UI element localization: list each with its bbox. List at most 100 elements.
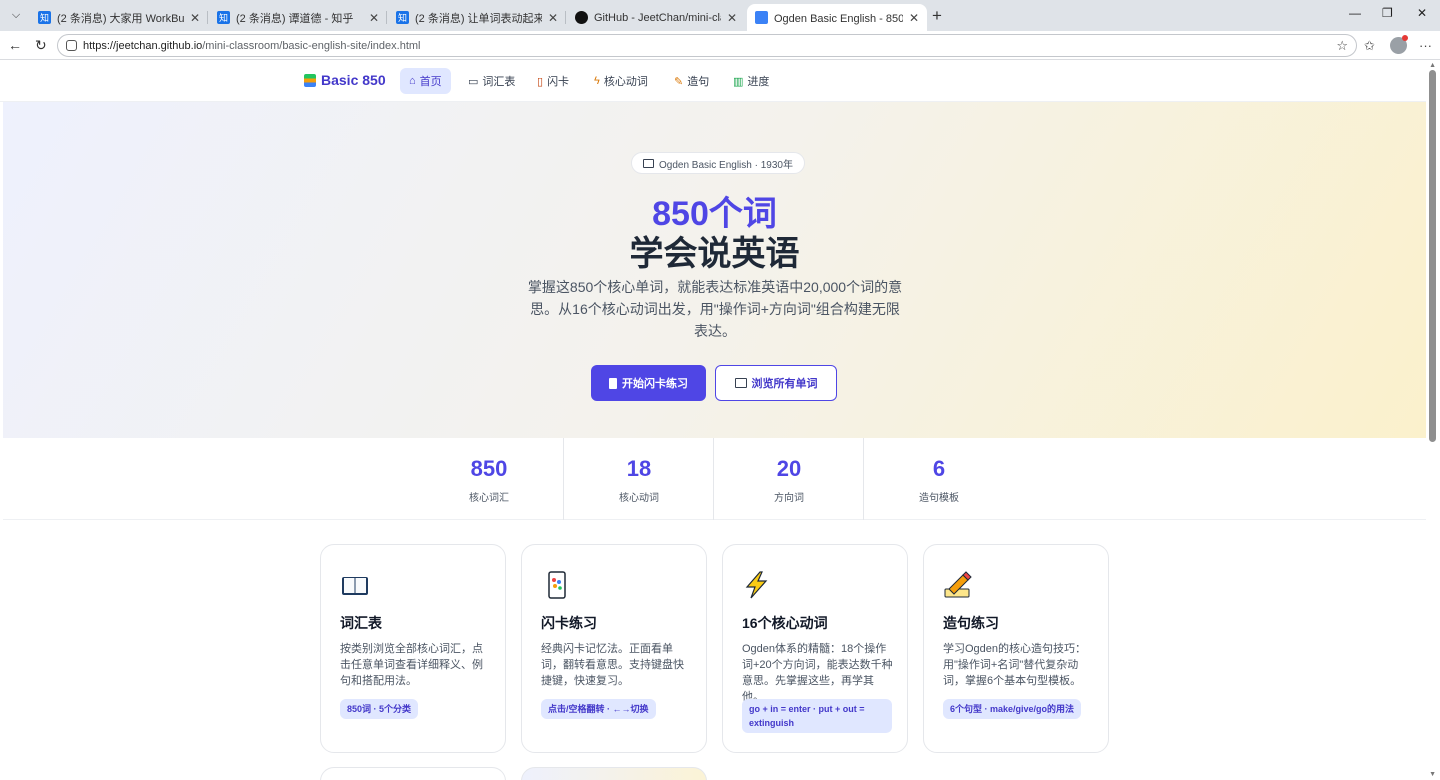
tab-search-chevron-icon[interactable]: ⌵ (6, 5, 26, 25)
nav-label: 进度 (747, 76, 770, 88)
pill-text: Ogden Basic English · 1930年 (659, 159, 793, 171)
close-window-icon[interactable]: ✕ (1417, 6, 1427, 20)
scroll-up-arrow-icon[interactable]: ▲ (1429, 62, 1436, 69)
stat-label: 造句模板 (919, 493, 959, 504)
notification-dot (1402, 35, 1408, 41)
card-title: 词汇表 (340, 615, 382, 631)
browser-tab[interactable]: 知 (2 条消息) 大家用 WorkBuddy 都用 ✕ (30, 4, 208, 31)
start-flashcards-button[interactable]: 开始闪卡练习 (591, 365, 706, 401)
nav-progress[interactable]: ▥ 进度 (724, 68, 778, 94)
books-logo-icon (304, 73, 316, 87)
site-navbar: Basic 850 ⌂ 首页 ▭ 词汇表 ▯ 闪卡 ϟ 核心动词 ✎ 造句 ▥ … (0, 60, 1426, 102)
flashcard-icon (548, 571, 566, 599)
card-tag: go + in = enter · put + out = extinguish (742, 699, 892, 733)
stat-item: 6 造句模板 (864, 438, 1014, 520)
card-title: 造句练习 (943, 615, 999, 631)
nav-label: 核心动词 (603, 76, 648, 88)
feature-card-partial[interactable] (521, 767, 707, 780)
site-brand[interactable]: Basic 850 (304, 72, 386, 88)
nav-label: 闪卡 (547, 76, 570, 88)
card-icon: ▯ (537, 75, 544, 88)
nav-label: 造句 (687, 76, 710, 88)
feature-card-vocabulary[interactable]: 词汇表 按类别浏览全部核心词汇，点击任意单词查看详细释义、例句和搭配用法。 85… (320, 544, 506, 753)
brand-name: Basic 850 (321, 72, 386, 88)
restore-icon[interactable]: ❐ (1382, 6, 1393, 20)
tab-close-icon[interactable]: ✕ (909, 11, 919, 25)
tab-close-icon[interactable]: ✕ (727, 11, 737, 25)
book-icon (734, 378, 747, 388)
stat-label: 方向词 (774, 493, 804, 504)
card-title: 16个核心动词 (742, 615, 828, 631)
stat-value: 6 (932, 456, 946, 481)
browser-tab-active[interactable]: Ogden Basic English - 850个词，学 ✕ (747, 4, 927, 31)
button-label: 开始闪卡练习 (622, 378, 688, 390)
page-scrollbar-thumb[interactable] (1429, 70, 1436, 442)
tab-close-icon[interactable]: ✕ (190, 11, 200, 25)
card-description: Ogden体系的精髓：18个操作词+20个方向词，能表达数千种意思。先掌握这些，… (742, 643, 893, 703)
url-path: /mini-classroom/basic-english-site/index… (202, 39, 421, 52)
nav-flashcards[interactable]: ▯ 闪卡 (528, 68, 578, 94)
nav-home[interactable]: ⌂ 首页 (400, 68, 451, 94)
pencil-icon: ✎ (674, 75, 684, 88)
stat-item: 850 核心词汇 (414, 438, 564, 520)
nav-vocabulary[interactable]: ▭ 词汇表 (459, 68, 524, 94)
card-title: 闪卡练习 (541, 615, 597, 631)
back-arrow-icon[interactable]: ← (8, 37, 22, 53)
book-favicon-icon (755, 11, 768, 24)
feature-card-partial[interactable] (320, 767, 506, 780)
book-icon: ▭ (468, 75, 479, 88)
tab-title: GitHub - JeetChan/mini-classroom (594, 11, 721, 24)
browse-words-button[interactable]: 浏览所有单词 (715, 365, 837, 401)
book-icon (643, 158, 654, 168)
stats-strip: 850 核心词汇 18 核心动词 20 方向词 6 造句模板 (3, 438, 1426, 520)
feature-card-sentences[interactable]: 造句练习 学习Ogden的核心造句技巧：用"操作词+名词"替代复杂动词，掌握6个… (923, 544, 1109, 753)
browser-tab[interactable]: 知 (2 条消息) 谭道德 - 知乎 ✕ (209, 4, 387, 31)
browser-tab[interactable]: GitHub - JeetChan/mini-classroom ✕ (567, 4, 745, 31)
stat-label: 核心动词 (619, 493, 659, 504)
home-icon: ⌂ (409, 75, 416, 87)
tab-title: (2 条消息) 让单词表动起来，互动 (415, 12, 542, 25)
stat-item: 18 核心动词 (564, 438, 714, 520)
nav-core-verbs[interactable]: ϟ 核心动词 (585, 68, 657, 94)
nav-sentences[interactable]: ✎ 造句 (665, 68, 718, 94)
nav-label: 词汇表 (482, 76, 516, 88)
url-bar[interactable]: https://jeetchan.github.io/mini-classroo… (57, 34, 1357, 57)
hero-description: 掌握这850个核心单词，就能表达标准英语中20,000个词的意思。从16个核心动… (527, 279, 903, 339)
zhihu-favicon-icon: 知 (396, 11, 409, 24)
stat-value: 850 (470, 456, 508, 481)
lightning-icon (745, 571, 768, 599)
bookmark-star-icon[interactable]: ☆ (1336, 38, 1348, 54)
chart-icon: ▥ (733, 75, 744, 88)
tab-title: Ogden Basic English - 850个词，学 (774, 12, 903, 25)
more-menu-icon[interactable]: ··· (1419, 38, 1432, 53)
card-description: 经典闪卡记忆法。正面看单词，翻转看意思。支持键盘快捷键，快速复习。 (541, 643, 684, 687)
card-tag: 850词 · 5个分类 (340, 699, 419, 719)
tab-close-icon[interactable]: ✕ (369, 11, 379, 25)
card-icon (609, 377, 617, 389)
card-description: 按类别浏览全部核心词汇，点击任意单词查看详细释义、例句和搭配用法。 (340, 643, 483, 687)
favorites-icon[interactable]: ✩ (1364, 38, 1375, 54)
card-tag: 点击/空格翻转 · ←→切换 (541, 699, 656, 719)
feature-card-flashcards[interactable]: 闪卡练习 经典闪卡记忆法。正面看单词，翻转看意思。支持键盘快捷键，快速复习。 点… (521, 544, 707, 753)
minimize-icon[interactable]: — (1349, 6, 1361, 20)
browser-tab-strip: ⌵ 知 (2 条消息) 大家用 WorkBuddy 都用 ✕ 知 (2 条消息)… (0, 0, 1440, 31)
stat-value: 18 (626, 456, 652, 481)
new-tab-plus-icon[interactable]: + (932, 6, 942, 26)
button-label: 浏览所有单词 (751, 378, 818, 390)
stat-value: 20 (776, 456, 802, 481)
stat-item: 20 方向词 (714, 438, 864, 520)
zhihu-favicon-icon: 知 (38, 11, 51, 24)
site-info-icon[interactable] (66, 40, 77, 51)
hero-title: 学会说英语 (629, 235, 800, 273)
scroll-down-arrow-icon[interactable]: ▼ (1429, 771, 1436, 778)
feature-card-core-verbs[interactable]: 16个核心动词 Ogden体系的精髓：18个操作词+20个方向词，能表达数千种意… (722, 544, 908, 753)
url-host: https://jeetchan.github.io (83, 39, 203, 52)
reload-icon[interactable]: ↻ (35, 37, 47, 54)
address-toolbar: ← ↻ https://jeetchan.github.io/mini-clas… (0, 31, 1440, 60)
browser-tab[interactable]: 知 (2 条消息) 让单词表动起来，互动 ✕ (388, 4, 566, 31)
tab-close-icon[interactable]: ✕ (548, 11, 558, 25)
zhihu-favicon-icon: 知 (217, 11, 230, 24)
stat-label: 核心词汇 (469, 493, 509, 504)
card-tag: 6个句型 · make/give/go的用法 (943, 699, 1082, 719)
page-viewport: Basic 850 ⌂ 首页 ▭ 词汇表 ▯ 闪卡 ϟ 核心动词 ✎ 造句 ▥ … (0, 60, 1440, 780)
